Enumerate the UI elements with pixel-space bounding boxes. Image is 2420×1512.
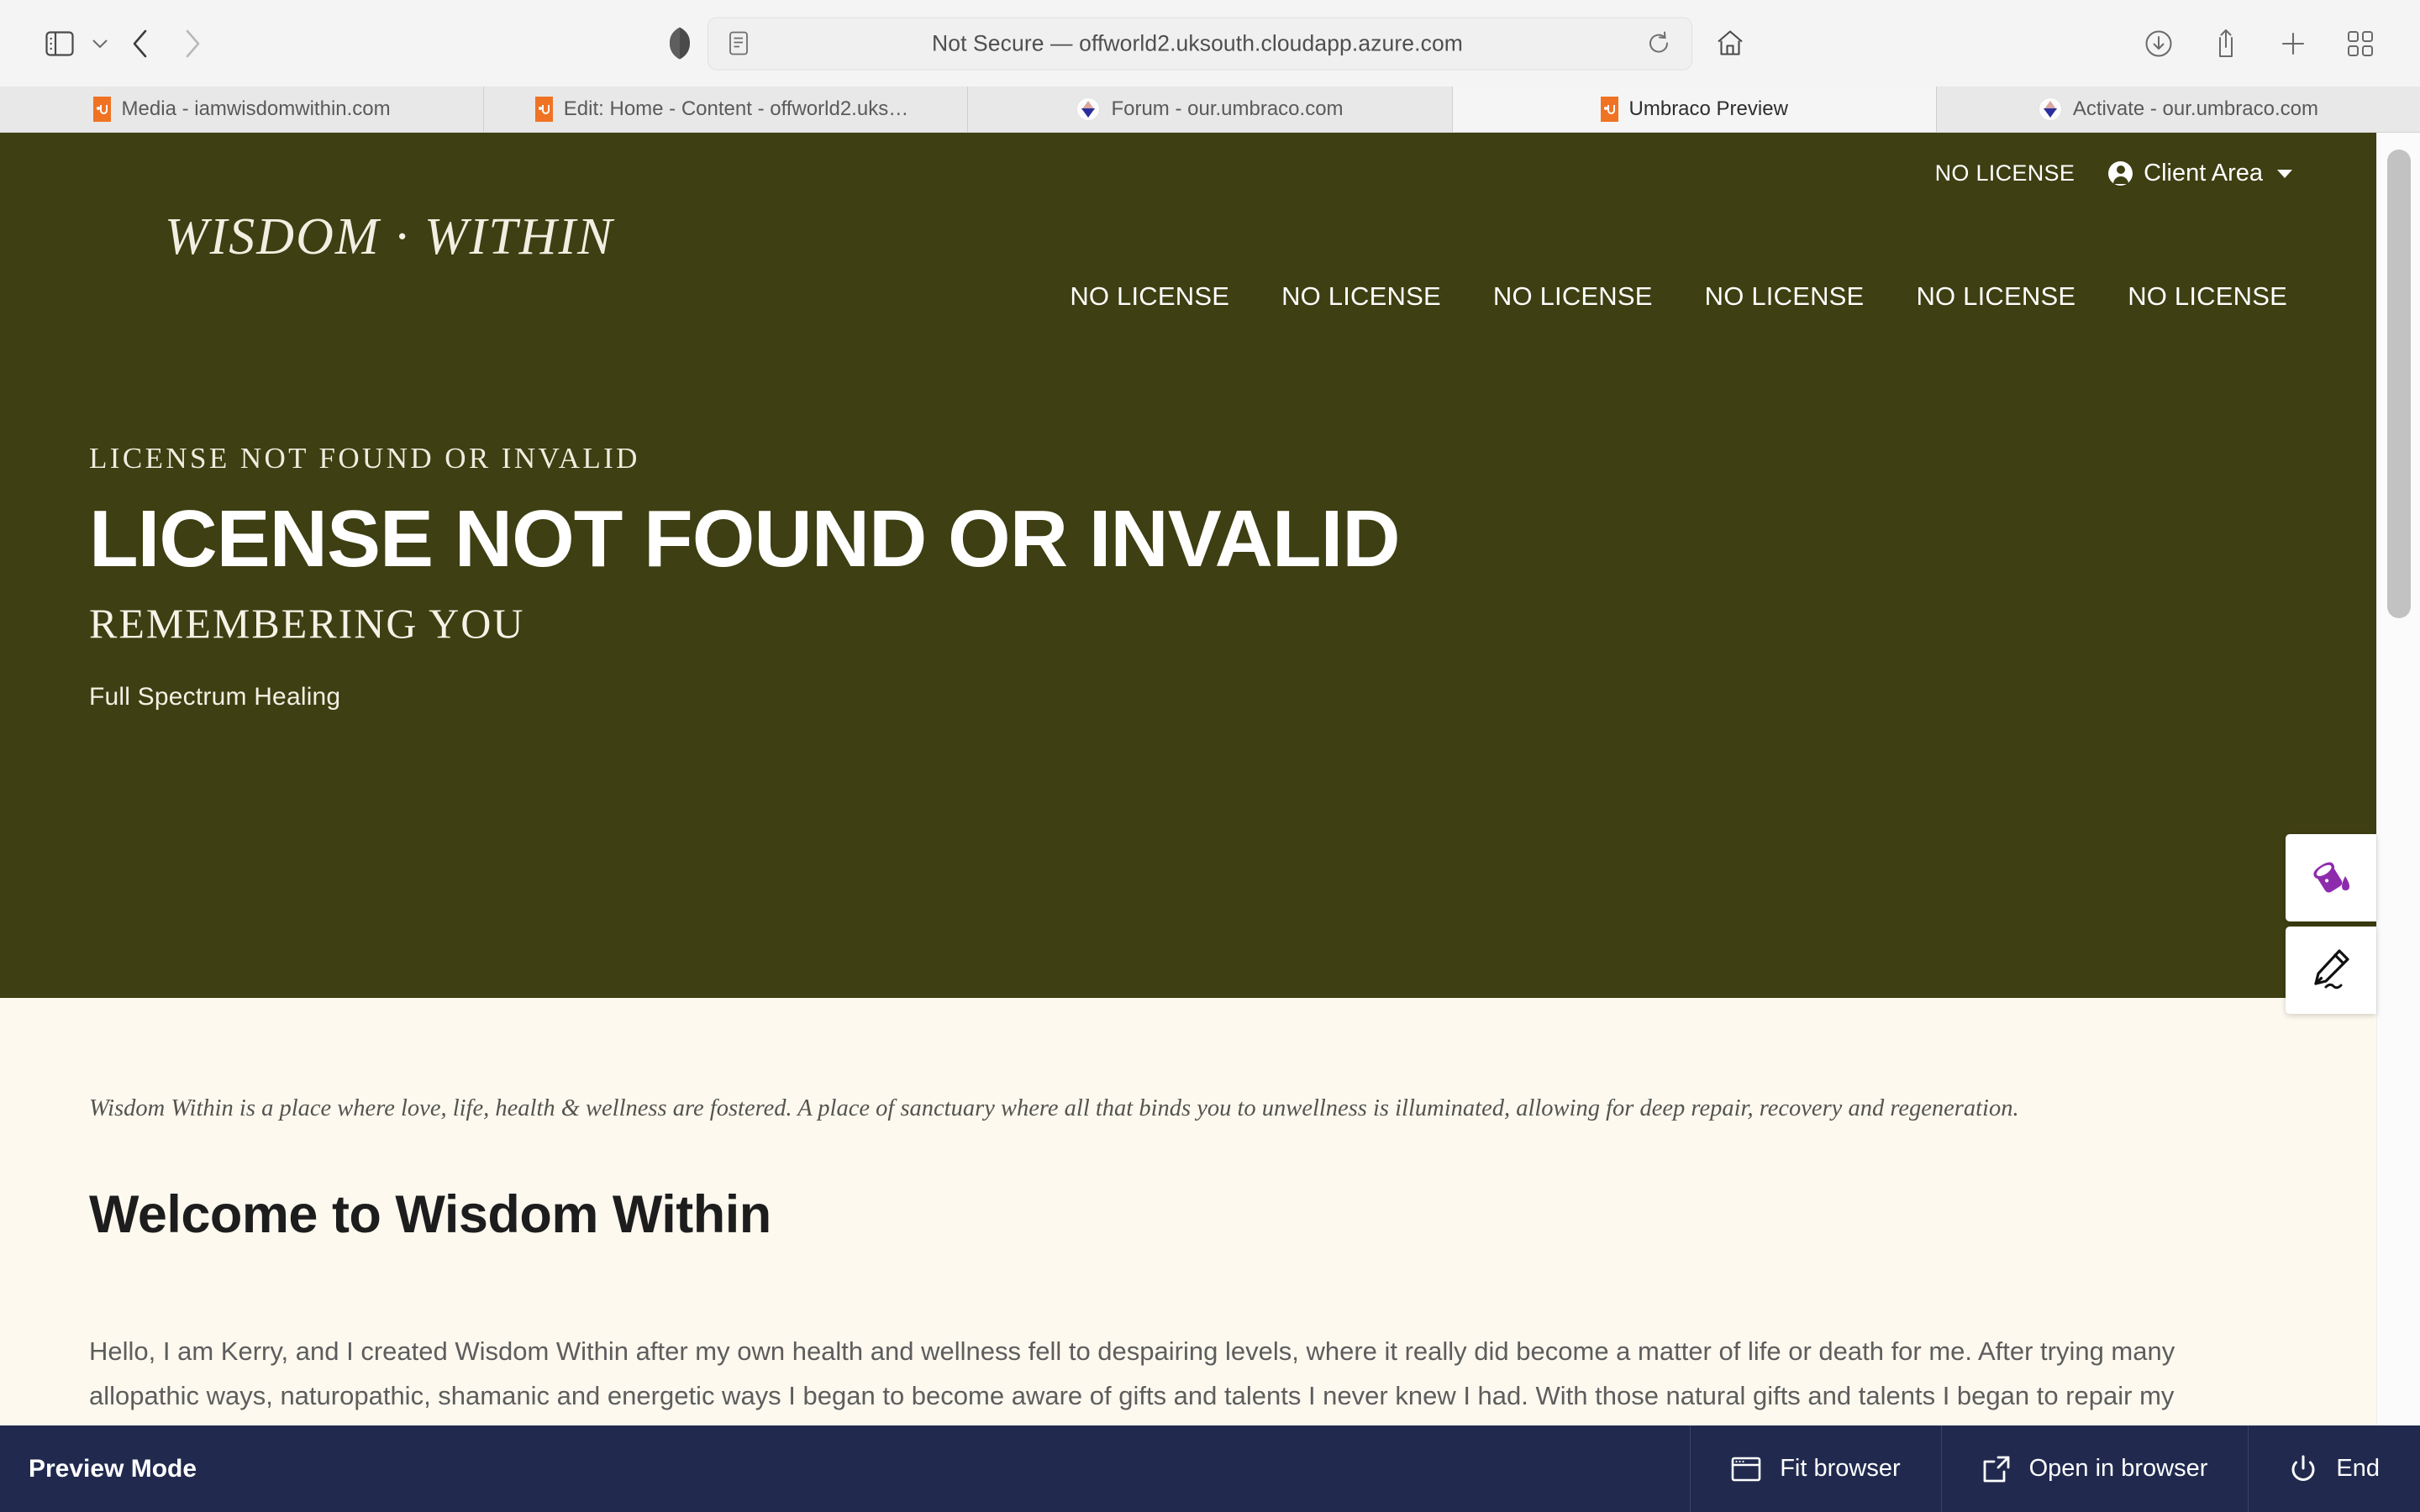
sidebar-toggle-icon[interactable] [34,18,86,70]
open-in-browser-label: Open in browser [2028,1455,2208,1482]
home-icon[interactable] [1704,18,1756,70]
page-scrollbar-track[interactable] [2376,133,2420,1512]
hero-title: LICENSE NOT FOUND OR INVALID [89,494,1401,584]
back-arrow-icon[interactable] [114,18,166,70]
share-icon[interactable] [2200,18,2252,70]
nav-item-2[interactable]: NO LICENSE [1281,281,1441,312]
sidebar-chevron-down-icon[interactable] [86,18,114,70]
open-in-browser-button[interactable]: Open in browser [1940,1425,2249,1512]
browser-tab[interactable]: Edit: Home - Content - offworld2.uksout… [484,87,969,132]
tab-label: Activate - our.umbraco.com [2072,97,2318,120]
our-umbraco-favicon [1076,97,1101,121]
paint-bucket-icon [2307,853,2354,904]
end-preview-button[interactable]: End [2248,1425,2420,1512]
tab-label: Umbraco Preview [1628,97,1788,120]
nav-item-3[interactable]: NO LICENSE [1493,281,1653,312]
forward-arrow-icon [166,18,218,70]
page-scrollbar-thumb[interactable] [2387,150,2411,618]
address-bar-group: Not Secure — offworld2.uksouth.cloudapp.… [664,17,1756,70]
privacy-shield-icon[interactable] [664,25,696,62]
hero-subtitle: REMEMBERING YOU [89,599,525,647]
browser-tab[interactable]: Activate - our.umbraco.com [1937,87,2420,132]
client-area-menu[interactable]: Client Area [2108,160,2292,187]
browser-tab[interactable]: Media - iamwisdomwithin.com [0,87,485,132]
pencil-edit-icon [2307,945,2354,996]
utility-license-link[interactable]: NO LICENSE [1935,160,2075,186]
tab-bar: Media - iamwisdomwithin.com Edit: Home -… [0,87,2420,133]
nav-item-4[interactable]: NO LICENSE [1705,281,1865,312]
new-tab-plus-icon[interactable] [2267,18,2319,70]
nav-item-6[interactable]: NO LICENSE [2128,281,2287,312]
pencil-edit-button[interactable] [2286,927,2376,1014]
reload-icon[interactable] [1643,28,1675,60]
nav-item-5[interactable]: NO LICENSE [1916,281,2075,312]
umbraco-favicon [534,97,553,122]
tab-label: Media - iamwisdomwithin.com [121,97,391,120]
umbraco-preview-bar: Preview Mode Fit browser Open in browser… [0,1425,2420,1512]
preview-bar-spacer [197,1425,1690,1512]
tab-label: Forum - our.umbraco.com [1111,97,1344,120]
url-field[interactable]: Not Secure — offworld2.uksouth.cloudapp.… [708,17,1692,70]
url-text: Not Secure — offworld2.uksouth.cloudapp.… [932,30,1463,55]
browser-tab[interactable]: Forum - our.umbraco.com [968,87,1453,132]
page-content: NO LICENSE Client Area WISDOM · WITHIN N… [0,133,2376,1512]
preview-mode-label: Preview Mode [29,1454,197,1483]
fit-browser-label: Fit browser [1780,1455,1901,1482]
main-navigation: NO LICENSE NO LICENSE NO LICENSE NO LICE… [0,263,2376,312]
hero-tagline: Full Spectrum Healing [89,682,341,711]
tab-overview-icon[interactable] [2334,18,2386,70]
welcome-heading: Welcome to Wisdom Within [89,1184,771,1244]
nav-item-1[interactable]: NO LICENSE [1070,281,1229,312]
chevron-down-icon [2277,169,2292,178]
tab-label: Edit: Home - Content - offworld2.uksout… [563,97,917,120]
preview-edit-toolbar [2286,834,2376,1019]
reader-view-icon[interactable] [725,28,752,60]
site-utility-bar: NO LICENSE Client Area [0,133,2376,187]
browser-tab-active[interactable]: Umbraco Preview [1452,87,1937,132]
umbraco-favicon [1600,97,1618,122]
external-link-icon [1982,1455,2011,1483]
site-hero: NO LICENSE Client Area WISDOM · WITHIN N… [0,133,2376,998]
our-umbraco-favicon [2038,97,2062,121]
site-logo[interactable]: WISDOM · WITHIN [165,211,2376,263]
hero-content: LICENSE NOT FOUND OR INVALID LICENSE NOT… [0,312,2376,711]
sidebar-controls [34,18,114,70]
power-icon [2289,1455,2317,1483]
browser-window-icon [1731,1456,1761,1483]
toolbar-left-group [34,18,218,70]
hero-eyebrow: LICENSE NOT FOUND OR INVALID [89,442,640,475]
page-viewport: NO LICENSE Client Area WISDOM · WITHIN N… [0,133,2420,1512]
umbraco-favicon [92,97,111,122]
browser-toolbar: Not Secure — offworld2.uksouth.cloudapp.… [0,0,2420,87]
end-label: End [2336,1455,2380,1482]
person-icon [2108,161,2133,186]
intro-statement: Wisdom Within is a place where love, lif… [89,1095,2019,1121]
toolbar-right-group [2133,18,2386,70]
client-area-label: Client Area [2144,160,2263,186]
downloads-icon[interactable] [2133,18,2185,70]
fit-browser-button[interactable]: Fit browser [1690,1425,1940,1512]
paint-bucket-button[interactable] [2286,834,2376,921]
